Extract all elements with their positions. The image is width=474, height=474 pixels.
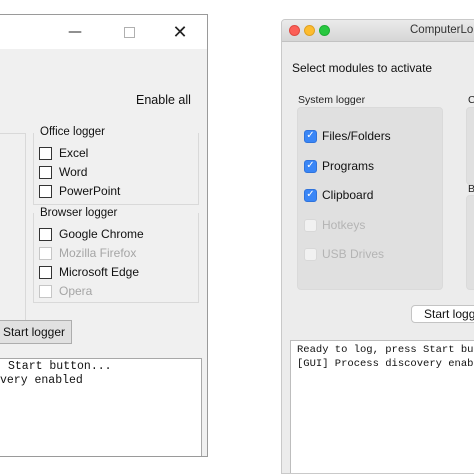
log-line: [GUI] Process discovery enabled: [297, 358, 474, 370]
word-checkbox[interactable]: Word: [39, 164, 87, 180]
checkmark-icon[interactable]: ✓: [304, 188, 317, 202]
maximize-icon: [123, 26, 135, 38]
checkbox-box: [304, 218, 317, 232]
log-line: Ready to log, press Start butto: [297, 344, 474, 356]
programs-checkbox[interactable]: ✓ Programs: [304, 158, 374, 174]
checkbox-label: USB Drives: [322, 247, 385, 261]
checkbox-box[interactable]: [39, 227, 52, 241]
left-group-box: [0, 133, 26, 323]
screenshot-comparison: — ✕ Enable all Office logger Browser log…: [0, 0, 474, 474]
checkbox-label: Clipboard: [322, 188, 374, 202]
log-line: Start button...: [8, 360, 112, 373]
excel-checkbox[interactable]: Excel: [39, 145, 88, 161]
checkbox-box: [304, 247, 317, 261]
files-folders-checkbox[interactable]: ✓ Files/Folders: [304, 128, 391, 144]
hotkeys-checkbox: Hotkeys: [304, 217, 365, 233]
usb-drives-checkbox: USB Drives: [304, 246, 384, 262]
mozilla-firefox-checkbox: Mozilla Firefox: [39, 245, 136, 261]
log-output[interactable]: Start button... very enabled: [0, 358, 202, 456]
checkbox-label: Programs: [322, 159, 375, 173]
start-logger-button[interactable]: Start logg: [411, 305, 474, 323]
maximize-button[interactable]: [109, 15, 149, 49]
browser-logger-title: Browser logger: [38, 207, 120, 219]
checkbox-box[interactable]: [39, 184, 52, 198]
google-chrome-checkbox[interactable]: Google Chrome: [39, 226, 144, 242]
window-title: ComputerLo: [410, 24, 474, 36]
powerpoint-checkbox[interactable]: PowerPoint: [39, 183, 120, 199]
close-icon[interactable]: [289, 25, 300, 36]
checkbox-label: Word: [59, 165, 88, 179]
second-group-panel: [466, 107, 474, 185]
checkbox-box: [39, 284, 52, 298]
windows-app-window: — ✕ Enable all Office logger Browser log…: [0, 14, 208, 457]
minimize-icon[interactable]: [304, 25, 315, 36]
checkbox-box: [39, 246, 52, 260]
checkbox-label: Excel: [59, 146, 89, 160]
checkbox-label: Mozilla Firefox: [59, 246, 137, 260]
clipboard-checkbox[interactable]: ✓ Clipboard: [304, 187, 373, 203]
second-group-title: C: [468, 94, 474, 106]
checkbox-label: Opera: [59, 284, 93, 298]
enable-all-label[interactable]: Enable all: [136, 93, 191, 107]
microsoft-edge-checkbox[interactable]: Microsoft Edge: [39, 264, 139, 280]
log-output[interactable]: Ready to log, press Start butto [GUI] Pro…: [290, 340, 474, 473]
log-line: very enabled: [0, 374, 83, 387]
modules-heading: Select modules to activate: [292, 61, 433, 75]
third-group-panel: [466, 195, 474, 290]
checkbox-label: Files/Folders: [322, 129, 391, 143]
checkmark-icon[interactable]: ✓: [304, 129, 317, 143]
system-logger-title: System logger: [298, 94, 366, 106]
minimize-button[interactable]: —: [55, 15, 95, 49]
checkbox-label: Google Chrome: [59, 227, 144, 241]
windows-title-bar: — ✕: [0, 15, 207, 49]
checkbox-box[interactable]: [39, 165, 52, 179]
checkbox-label: Hotkeys: [322, 218, 366, 232]
zoom-icon[interactable]: [319, 25, 330, 36]
checkmark-icon[interactable]: ✓: [304, 159, 317, 173]
checkbox-box[interactable]: [39, 146, 52, 160]
close-button[interactable]: ✕: [160, 15, 200, 49]
checkbox-box[interactable]: [39, 265, 52, 279]
opera-checkbox: Opera: [39, 283, 92, 299]
office-logger-title: Office logger: [38, 126, 107, 138]
mac-title-bar: ComputerLo: [282, 20, 474, 42]
checkbox-label: Microsoft Edge: [59, 265, 140, 279]
mac-app-window: ComputerLo Select modules to activate Sy…: [281, 19, 474, 474]
start-logger-button[interactable]: Start logger: [0, 320, 72, 344]
checkbox-label: PowerPoint: [59, 184, 121, 198]
